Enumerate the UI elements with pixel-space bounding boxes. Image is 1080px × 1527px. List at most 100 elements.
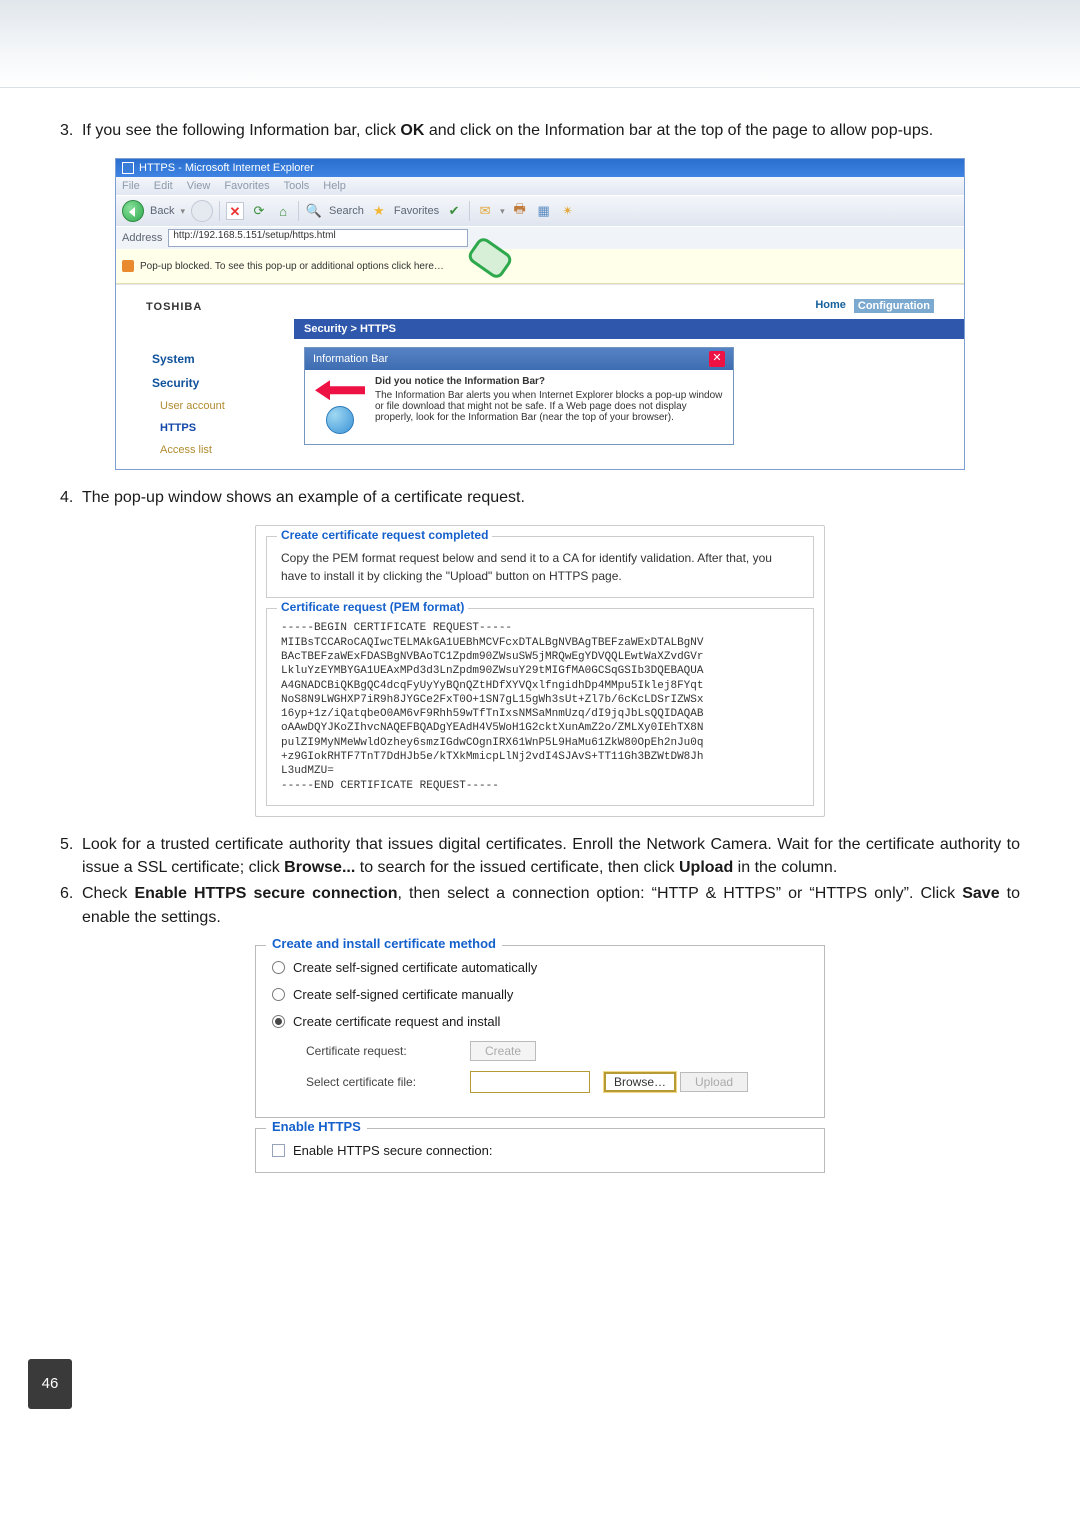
back-button[interactable] bbox=[122, 200, 144, 222]
history-icon[interactable]: ✔ bbox=[445, 202, 463, 220]
page-number: 46 bbox=[28, 1359, 72, 1409]
link-home[interactable]: Home bbox=[815, 299, 846, 313]
address-label: Address bbox=[122, 232, 162, 244]
page-top-gradient bbox=[0, 0, 1080, 88]
page-header: TOSHIBA Home Configuration bbox=[116, 284, 964, 319]
cert-pem-text[interactable]: -----BEGIN CERTIFICATE REQUEST----- MIIB… bbox=[281, 621, 799, 793]
ie-window: HTTPS - Microsoft Internet Explorer File… bbox=[115, 158, 965, 470]
step-5-body: Look for a trusted certificate authority… bbox=[82, 833, 1020, 879]
dialog-question: Did you notice the Information Bar? bbox=[375, 376, 723, 387]
step-6-b: , then select a connection option: “HTTP… bbox=[398, 885, 963, 902]
enable-https-checkbox[interactable] bbox=[272, 1144, 285, 1157]
toolbar-divider-2 bbox=[298, 201, 299, 221]
address-input[interactable]: http://192.168.5.151/setup/https.html bbox=[168, 229, 468, 247]
ie-menubar: File Edit View Favorites Tools Help bbox=[116, 177, 964, 195]
popup-blocked-bar[interactable]: Pop-up blocked. To see this pop-up or ad… bbox=[116, 249, 964, 284]
dialog-body: The Information Bar alerts you when Inte… bbox=[375, 390, 723, 423]
toshiba-logo: TOSHIBA bbox=[146, 301, 202, 313]
sidebar: System Security User account HTTPS Acces… bbox=[116, 339, 294, 469]
stop-icon[interactable]: ✕ bbox=[226, 202, 244, 220]
create-button[interactable]: Create bbox=[470, 1041, 536, 1061]
radio-auto-label: Create self-signed certificate automatic… bbox=[293, 960, 537, 975]
sidebar-item-security[interactable]: Security bbox=[146, 371, 294, 395]
step-3-ok: OK bbox=[400, 122, 424, 139]
step-5: 5. Look for a trusted certificate author… bbox=[60, 833, 1020, 879]
dialog-title: Information Bar bbox=[313, 353, 388, 365]
mail-icon[interactable]: ✉ bbox=[476, 202, 494, 220]
radio-auto[interactable] bbox=[272, 961, 285, 974]
step-5-num: 5. bbox=[60, 833, 82, 879]
step-4-text: The pop-up window shows an example of a … bbox=[82, 486, 1020, 509]
enable-https-label: Enable HTTPS secure connection: bbox=[293, 1143, 492, 1158]
ie-menu-view[interactable]: View bbox=[187, 180, 211, 192]
select-file-label: Select certificate file: bbox=[306, 1075, 456, 1089]
step-6-enable: Enable HTTPS secure connection bbox=[134, 885, 397, 902]
upload-button[interactable]: Upload bbox=[680, 1072, 748, 1092]
globe-icon bbox=[326, 406, 354, 434]
ie-toolbar: Back ▾ ✕ ⟳ ⌂ 🔍 Search ★ Favorites ✔ ✉ ▾ … bbox=[116, 195, 964, 226]
information-bar-dialog: Information Bar ✕ Did you notice the Inf… bbox=[304, 347, 734, 445]
step-5-c: in the column. bbox=[733, 859, 837, 876]
popup-bar-text: Pop-up blocked. To see this pop-up or ad… bbox=[140, 261, 444, 272]
cert-request-window: Create certificate request completed Cop… bbox=[255, 525, 825, 817]
file-input[interactable] bbox=[470, 1071, 590, 1093]
sidebar-item-https[interactable]: HTTPS bbox=[146, 417, 294, 439]
radio-manual[interactable] bbox=[272, 988, 285, 1001]
cert-request-label: Certificate request: bbox=[306, 1044, 456, 1058]
close-icon[interactable]: ✕ bbox=[709, 351, 725, 367]
sidebar-item-access-list[interactable]: Access list bbox=[146, 439, 294, 461]
print-icon[interactable]: 🖶 bbox=[511, 202, 529, 220]
step-6-a: Check bbox=[82, 885, 134, 902]
discuss-icon[interactable]: ✴ bbox=[559, 202, 577, 220]
cert-method-panel: Create and install certificate method Cr… bbox=[255, 945, 825, 1183]
ie-menu-tools[interactable]: Tools bbox=[284, 180, 310, 192]
search-icon[interactable]: 🔍 bbox=[305, 202, 323, 220]
step-3-text-a: If you see the following Information bar… bbox=[82, 122, 400, 139]
breadcrumb: Security > HTTPS bbox=[294, 319, 964, 339]
ie-app-icon bbox=[122, 162, 134, 174]
radio-request-install-label: Create certificate request and install bbox=[293, 1014, 500, 1029]
ie-titlebar: HTTPS - Microsoft Internet Explorer bbox=[116, 159, 964, 177]
cert-legend-1: Create certificate request completed bbox=[277, 528, 492, 542]
ie-address-bar: Address http://192.168.5.151/setup/https… bbox=[116, 226, 964, 249]
red-arrow-icon bbox=[315, 380, 365, 400]
ie-menu-edit[interactable]: Edit bbox=[154, 180, 173, 192]
step-6: 6. Check Enable HTTPS secure connection,… bbox=[60, 882, 1020, 928]
link-configuration[interactable]: Configuration bbox=[854, 299, 934, 313]
enable-legend: Enable HTTPS bbox=[266, 1119, 367, 1134]
sidebar-item-user-account[interactable]: User account bbox=[146, 395, 294, 417]
step-6-num: 6. bbox=[60, 882, 82, 928]
step-3: 3. If you see the following Information … bbox=[60, 119, 1020, 142]
favorites-icon[interactable]: ★ bbox=[370, 202, 388, 220]
step-6-body: Check Enable HTTPS secure connection, th… bbox=[82, 882, 1020, 928]
step-5-browse: Browse... bbox=[284, 859, 355, 876]
refresh-icon[interactable]: ⟳ bbox=[250, 202, 268, 220]
browse-button[interactable]: Browse… bbox=[604, 1072, 676, 1092]
method-legend: Create and install certificate method bbox=[266, 936, 502, 951]
ie-menu-file[interactable]: File bbox=[122, 180, 140, 192]
radio-request-install[interactable] bbox=[272, 1015, 285, 1028]
ie-title-text: HTTPS - Microsoft Internet Explorer bbox=[139, 162, 314, 174]
cert-legend-2: Certificate request (PEM format) bbox=[277, 600, 468, 614]
step-6-save: Save bbox=[962, 885, 999, 902]
step-4: 4. The pop-up window shows an example of… bbox=[60, 486, 1020, 509]
forward-button[interactable] bbox=[191, 200, 213, 222]
step-3-body: If you see the following Information bar… bbox=[82, 119, 1020, 142]
ie-menu-favorites[interactable]: Favorites bbox=[224, 180, 269, 192]
home-icon[interactable]: ⌂ bbox=[274, 202, 292, 220]
search-label: Search bbox=[329, 205, 364, 217]
toolbar-divider-1 bbox=[219, 201, 220, 221]
toolbar-divider-3 bbox=[469, 201, 470, 221]
step-5-upload: Upload bbox=[679, 859, 733, 876]
sidebar-item-system[interactable]: System bbox=[146, 347, 294, 371]
back-label: Back bbox=[150, 205, 174, 217]
radio-manual-label: Create self-signed certificate manually bbox=[293, 987, 513, 1002]
step-4-num: 4. bbox=[60, 486, 82, 509]
step-5-b: to search for the issued certificate, th… bbox=[355, 859, 679, 876]
step-3-text-b: and click on the Information bar at the … bbox=[424, 122, 933, 139]
step-3-num: 3. bbox=[60, 119, 82, 142]
ie-menu-help[interactable]: Help bbox=[323, 180, 346, 192]
cert-desc: Copy the PEM format request below and se… bbox=[281, 549, 799, 585]
edit-icon[interactable]: ▦ bbox=[535, 202, 553, 220]
shield-icon bbox=[122, 260, 134, 272]
